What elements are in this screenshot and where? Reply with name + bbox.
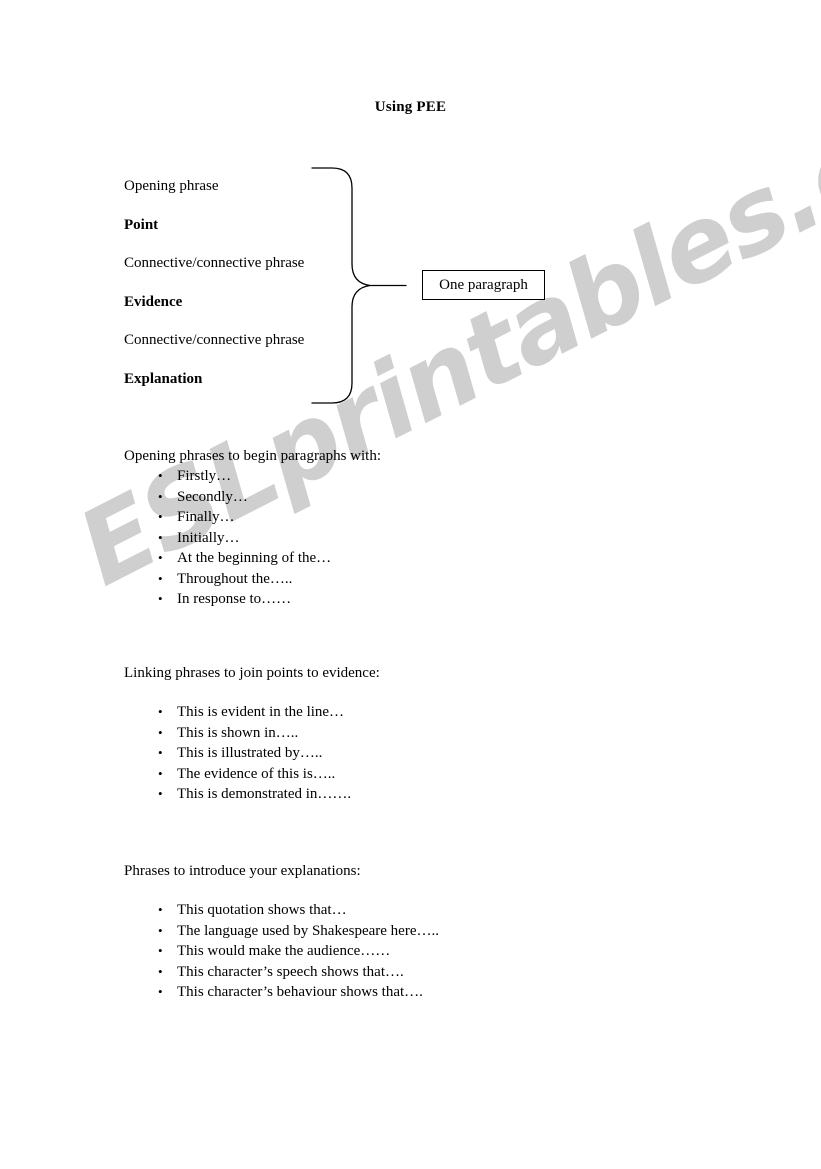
curly-brace-icon — [311, 167, 407, 404]
list-item: Throughout the….. — [124, 569, 684, 590]
list-item: Firstly… — [124, 466, 684, 487]
list-item: In response to…… — [124, 589, 684, 610]
list-item: Secondly… — [124, 487, 684, 508]
list-item: Finally… — [124, 507, 684, 528]
list-item: The language used by Shakespeare here….. — [124, 921, 684, 942]
section-opening-heading: Opening phrases to begin paragraphs with… — [124, 448, 382, 464]
page-title: Using PEE — [374, 99, 447, 115]
document-content: Using PEE Opening phrase Point Connectiv… — [0, 0, 821, 1169]
list-item: This is evident in the line… — [124, 702, 684, 723]
list-item: Initially… — [124, 528, 684, 549]
list-item: This character’s speech shows that…. — [124, 962, 684, 983]
list-item: The evidence of this is….. — [124, 764, 684, 785]
one-paragraph-callout-box: One paragraph — [422, 270, 545, 300]
section-opening-phrases: Opening phrases to begin paragraphs with… — [124, 446, 684, 610]
worksheet-page: ESLprintables.com Using PEE Opening phra… — [0, 0, 821, 1169]
list-item: This quotation shows that… — [124, 900, 684, 921]
section-explanation-heading: Phrases to introduce your explanations: — [124, 863, 361, 879]
list-item: This would make the audience…… — [124, 941, 684, 962]
list-item: This character’s behaviour shows that…. — [124, 982, 684, 1003]
opening-phrases-list: Firstly… Secondly… Finally… Initially… A… — [124, 466, 684, 610]
section-explanation-phrases: Phrases to introduce your explanations: … — [124, 861, 684, 1003]
section-linking-phrases: Linking phrases to join points to eviden… — [124, 663, 684, 805]
list-item: This is illustrated by….. — [124, 743, 684, 764]
list-item: This is demonstrated in……. — [124, 784, 684, 805]
list-item: This is shown in….. — [124, 723, 684, 744]
one-paragraph-label: One paragraph — [439, 276, 528, 293]
pee-structure-diagram: Opening phrase Point Connective/connecti… — [124, 167, 594, 406]
list-item: At the beginning of the… — [124, 548, 684, 569]
explanation-phrases-list: This quotation shows that… The language … — [124, 900, 684, 1003]
section-linking-heading: Linking phrases to join points to eviden… — [124, 665, 380, 681]
linking-phrases-list: This is evident in the line… This is sho… — [124, 702, 684, 805]
